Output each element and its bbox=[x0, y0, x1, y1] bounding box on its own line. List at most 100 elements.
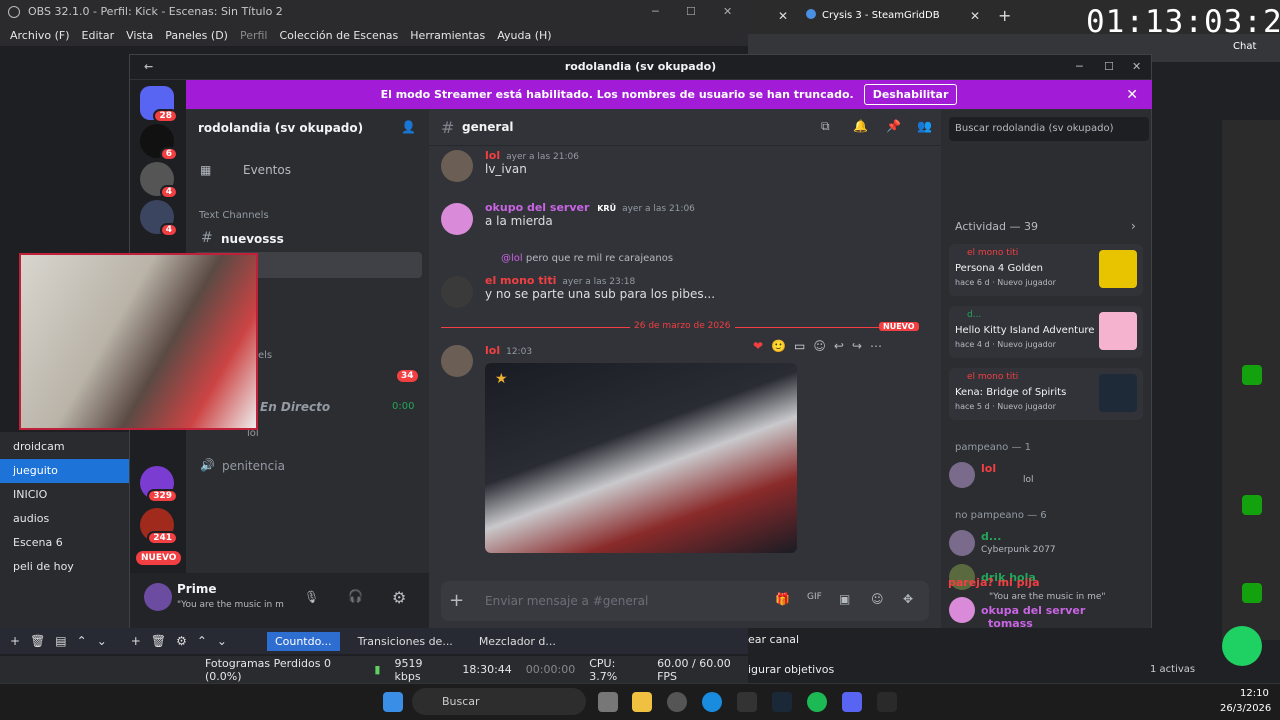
emoji-reaction-icon[interactable]: 🙂 bbox=[771, 339, 786, 353]
avatar[interactable] bbox=[949, 597, 975, 623]
message-author[interactable]: okupo del server bbox=[485, 201, 589, 214]
trash-source-icon[interactable]: 🗑 bbox=[151, 634, 166, 648]
add-reaction-icon[interactable]: ☺ bbox=[813, 339, 826, 353]
scene-item[interactable]: droidcam bbox=[0, 435, 130, 459]
scene-item[interactable]: audios bbox=[0, 507, 130, 531]
start-icon[interactable] bbox=[383, 692, 403, 712]
pin-icon[interactable]: 📌 bbox=[886, 119, 901, 133]
steam-icon[interactable] bbox=[772, 692, 792, 712]
taskbar-date[interactable]: 26/3/2026 bbox=[1220, 703, 1271, 714]
menu-vista[interactable]: Vista bbox=[126, 29, 153, 42]
filter-icon[interactable]: ▤ bbox=[55, 634, 66, 648]
channel-nuevosss[interactable]: nuevosss bbox=[221, 232, 284, 246]
member-name[interactable]: okupa del server bbox=[981, 604, 1085, 617]
trash-icon[interactable]: 🗑 bbox=[30, 634, 45, 648]
gift-icon[interactable]: 🎁 bbox=[775, 592, 790, 606]
search-input[interactable]: Buscar rodolandia (sv okupado) bbox=[949, 117, 1149, 141]
scene-item[interactable]: peli de hoy bbox=[0, 555, 130, 579]
gif-icon[interactable]: GIF bbox=[807, 592, 822, 602]
invite-icon[interactable]: 👤 bbox=[401, 120, 416, 134]
app-icon[interactable] bbox=[1242, 583, 1262, 603]
gear-icon[interactable]: ⚙ bbox=[176, 634, 187, 648]
attached-image[interactable]: ★ bbox=[485, 363, 797, 553]
side-item-canal[interactable]: ear canal bbox=[748, 633, 799, 646]
down-icon[interactable]: ⌄ bbox=[97, 634, 107, 648]
taskbar-search[interactable]: Buscar bbox=[412, 688, 586, 715]
support-button[interactable] bbox=[1222, 626, 1262, 666]
menu-herramientas[interactable]: Herramientas bbox=[410, 29, 485, 42]
up-source-icon[interactable]: ⌃ bbox=[197, 634, 207, 648]
member-name[interactable]: d... bbox=[981, 530, 1001, 543]
mic-icon[interactable]: 🎙 bbox=[304, 590, 319, 604]
member-name[interactable]: pareja? mi pija bbox=[948, 576, 1040, 589]
sticker-icon[interactable]: ▣ bbox=[839, 592, 850, 606]
disable-streamer-button[interactable]: Deshabilitar bbox=[863, 84, 958, 105]
forward-icon[interactable]: ↪ bbox=[852, 339, 862, 353]
star-icon[interactable]: ★ bbox=[495, 371, 508, 387]
message-author[interactable]: lol bbox=[485, 344, 500, 357]
server-icon[interactable]: 4 bbox=[140, 200, 178, 237]
server-icon[interactable]: 241 bbox=[140, 508, 178, 545]
menu-perfil[interactable]: Perfil bbox=[240, 29, 268, 42]
tab-close-icon[interactable]: ✕ bbox=[778, 9, 788, 23]
add-source-icon[interactable]: + bbox=[131, 634, 141, 648]
server-icon[interactable]: 4 bbox=[140, 162, 178, 199]
add-icon[interactable]: + bbox=[10, 634, 20, 648]
taskview-icon[interactable] bbox=[598, 692, 618, 712]
message-author[interactable]: el mono titi bbox=[485, 274, 556, 287]
new-badge[interactable]: NUEVO bbox=[136, 551, 182, 565]
avatar[interactable] bbox=[441, 203, 473, 235]
scene-item[interactable]: INICIO bbox=[0, 483, 130, 507]
tab-close-icon[interactable]: ✕ bbox=[970, 9, 980, 23]
avatar[interactable] bbox=[441, 345, 473, 377]
menu-editar[interactable]: Editar bbox=[82, 29, 115, 42]
avatar[interactable] bbox=[144, 583, 172, 611]
down-source-icon[interactable]: ⌄ bbox=[217, 634, 227, 648]
server-icon[interactable]: 329 bbox=[140, 466, 178, 503]
settings-gear-icon[interactable]: ⚙ bbox=[392, 588, 406, 607]
headphones-icon[interactable]: 🎧 bbox=[348, 589, 363, 603]
member-name[interactable]: tomass bbox=[988, 617, 1033, 630]
add-attachment-icon[interactable]: + bbox=[449, 590, 464, 611]
flag-reaction-icon[interactable]: ▭ bbox=[794, 339, 805, 353]
dock-tab-transiciones[interactable]: Transiciones de... bbox=[350, 632, 461, 651]
threads-icon[interactable]: ⧉ bbox=[821, 119, 830, 134]
reply-preview[interactable]: @lol pero que re mil re carajeanos bbox=[501, 253, 673, 264]
menu-ayuda[interactable]: Ayuda (H) bbox=[497, 29, 551, 42]
chat-icon[interactable] bbox=[1242, 365, 1262, 385]
maximize-icon[interactable]: ☐ bbox=[686, 0, 696, 24]
app-icon[interactable] bbox=[737, 692, 757, 712]
chat-button[interactable]: Chat bbox=[1233, 41, 1256, 52]
apps-icon[interactable]: ✥ bbox=[903, 592, 913, 606]
epic-icon[interactable] bbox=[877, 692, 897, 712]
avatar[interactable] bbox=[441, 150, 473, 182]
avatar[interactable] bbox=[949, 462, 975, 488]
activity-card[interactable]: d... Hello Kitty Island Adventure hace 4… bbox=[949, 306, 1143, 358]
up-icon[interactable]: ⌃ bbox=[77, 634, 87, 648]
avatar[interactable] bbox=[949, 530, 975, 556]
category-label[interactable]: Text Channels bbox=[199, 210, 269, 221]
member-name[interactable]: lol bbox=[981, 462, 996, 475]
server-name[interactable]: rodolandia (sv okupado) bbox=[198, 121, 363, 135]
menu-archivo[interactable]: Archivo (F) bbox=[10, 29, 70, 42]
reply-icon[interactable]: ↩ bbox=[834, 339, 844, 353]
new-tab-icon[interactable]: + bbox=[998, 6, 1011, 25]
side-item-objetivos[interactable]: igurar objetivos bbox=[748, 663, 834, 676]
more-icon[interactable]: ⋯ bbox=[870, 339, 882, 353]
spotify-icon[interactable] bbox=[807, 692, 827, 712]
minimize-icon[interactable]: ─ bbox=[1076, 55, 1083, 79]
taskbar-time[interactable]: 12:10 bbox=[1240, 688, 1269, 699]
menu-coleccion[interactable]: Colección de Escenas bbox=[280, 29, 399, 42]
close-icon[interactable]: ✕ bbox=[723, 0, 732, 24]
close-icon[interactable]: ✕ bbox=[1132, 55, 1141, 79]
menu-paneles[interactable]: Paneles (D) bbox=[165, 29, 228, 42]
channel-penitencia[interactable]: penitencia bbox=[222, 459, 285, 473]
activity-header[interactable]: Actividad — 39 bbox=[955, 220, 1038, 233]
dm-home-icon[interactable]: 28 bbox=[140, 86, 178, 123]
scene-item-selected[interactable]: jueguito bbox=[0, 459, 130, 483]
discord-icon[interactable] bbox=[842, 692, 862, 712]
tool-icon[interactable] bbox=[1242, 495, 1262, 515]
tab-title[interactable]: Crysis 3 - SteamGridDB bbox=[822, 10, 940, 21]
maximize-icon[interactable]: ☐ bbox=[1104, 55, 1114, 79]
chevron-right-icon[interactable]: › bbox=[1131, 219, 1136, 233]
